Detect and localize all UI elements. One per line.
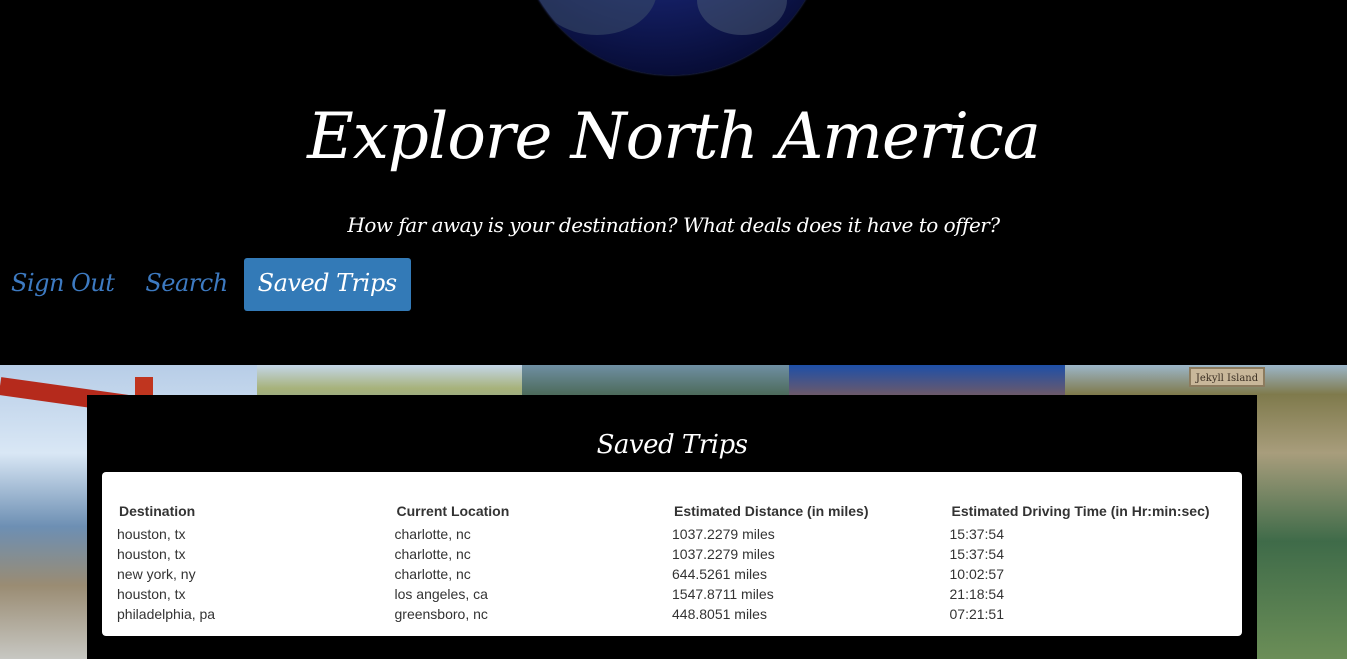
current-location-cell: los angeles, ca bbox=[394, 586, 488, 602]
jekyll-island-sign: Jekyll Island bbox=[1189, 367, 1265, 387]
saved-trips-card: Destination Current Location Estimated D… bbox=[102, 472, 1242, 636]
table-row: houston, tx charlotte, nc 1037.2279 mile… bbox=[117, 544, 1227, 564]
table-header-row: Destination Current Location Estimated D… bbox=[117, 500, 1227, 524]
current-location-cell: charlotte, nc bbox=[394, 546, 471, 562]
page: Explore North America How far away is yo… bbox=[0, 0, 1347, 659]
nav-sign-out-link[interactable]: Sign Out bbox=[0, 258, 129, 311]
driving-time-cell: 15:37:54 bbox=[949, 526, 1005, 542]
driving-time-cell: 21:18:54 bbox=[949, 586, 1005, 602]
distance-cell: 644.5261 miles bbox=[672, 566, 767, 582]
distance-cell: 1037.2279 miles bbox=[672, 526, 775, 542]
driving-time-cell: 10:02:57 bbox=[949, 566, 1005, 582]
distance-cell: 1547.8711 miles bbox=[672, 586, 774, 602]
column-header-current-location: Current Location bbox=[396, 503, 510, 519]
table-row: new york, ny charlotte, nc 644.5261 mile… bbox=[117, 564, 1227, 584]
column-header-driving-time: Estimated Driving Time (in Hr:min:sec) bbox=[951, 503, 1210, 519]
destination-cell: new york, ny bbox=[117, 566, 196, 582]
tagline: How far away is your destination? What d… bbox=[347, 213, 1000, 237]
distance-cell: 1037.2279 miles bbox=[672, 546, 775, 562]
destination-cell: philadelphia, pa bbox=[117, 606, 216, 622]
destination-cell: houston, tx bbox=[117, 526, 186, 542]
current-location-cell: charlotte, nc bbox=[394, 566, 471, 582]
table-row: philadelphia, pa greensboro, nc 448.8051… bbox=[117, 604, 1227, 624]
current-location-cell: charlotte, nc bbox=[394, 526, 471, 542]
site-title: Explore North America bbox=[307, 100, 1041, 174]
table-row: houston, tx los angeles, ca 1547.8711 mi… bbox=[117, 584, 1227, 604]
driving-time-cell: 15:37:54 bbox=[949, 546, 1005, 562]
main-nav: Sign Out Search Saved Trips bbox=[0, 258, 411, 311]
column-header-destination: Destination bbox=[119, 503, 196, 519]
distance-cell: 448.8051 miles bbox=[672, 606, 767, 622]
nav-search-link[interactable]: Search bbox=[129, 258, 243, 311]
saved-trips-title: Saved Trips bbox=[596, 430, 748, 460]
destination-cell: houston, tx bbox=[117, 586, 186, 602]
driving-time-cell: 07:21:51 bbox=[949, 606, 1005, 622]
destination-cell: houston, tx bbox=[117, 546, 186, 562]
saved-trips-table: Destination Current Location Estimated D… bbox=[117, 500, 1227, 624]
table-row: houston, tx charlotte, nc 1037.2279 mile… bbox=[117, 524, 1227, 544]
saved-trips-panel: Saved Trips Destination Current Location… bbox=[87, 395, 1257, 659]
globe-image bbox=[517, 0, 827, 75]
current-location-cell: greensboro, nc bbox=[394, 606, 488, 622]
column-header-distance: Estimated Distance (in miles) bbox=[674, 503, 869, 519]
nav-saved-trips-tab[interactable]: Saved Trips bbox=[243, 258, 411, 311]
